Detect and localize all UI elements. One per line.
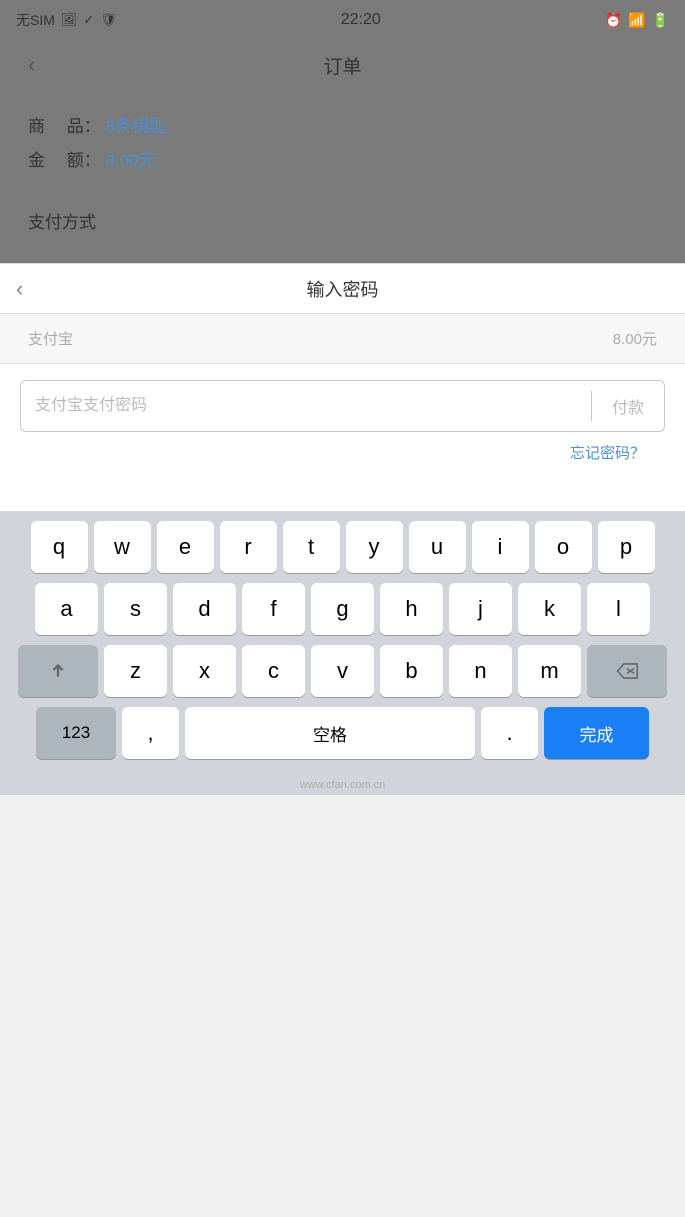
forgot-password-link[interactable]: 忘记密码？	[20, 432, 665, 469]
key-e[interactable]: e	[157, 521, 214, 573]
key-b[interactable]: b	[380, 645, 443, 697]
key-g[interactable]: g	[311, 583, 374, 635]
order-title: 订单	[323, 52, 361, 79]
watermark: www.cfan.com.cn	[0, 775, 685, 795]
order-back-button[interactable]: ‹	[28, 52, 35, 78]
password-title: 输入密码	[307, 276, 379, 302]
battery-icon: 🔋	[652, 12, 669, 29]
password-field-wrapper: 付款	[20, 380, 665, 432]
password-input[interactable]	[21, 381, 591, 431]
status-time: 22:20	[341, 11, 381, 29]
clock-icon: ⏰	[605, 12, 622, 29]
payment-method-label: 支付方式	[28, 208, 657, 233]
key-x[interactable]: x	[173, 645, 236, 697]
password-back-button[interactable]: ‹	[16, 276, 23, 302]
key-m[interactable]: m	[518, 645, 581, 697]
product-label: 商 品：	[28, 117, 101, 136]
shift-key[interactable]	[18, 645, 98, 697]
keyboard-row-1: q w e r t y u i o p	[6, 521, 679, 573]
key-j[interactable]: j	[449, 583, 512, 635]
key-p[interactable]: p	[598, 521, 655, 573]
password-modal: ‹ 输入密码 支付宝 8.00元 付款 忘记密码？	[0, 263, 685, 511]
status-right: ⏰ 📶 🔋	[605, 12, 669, 29]
shield-icon: 🛡	[100, 12, 117, 28]
modal-summary-right: 8.00元	[613, 328, 657, 349]
period-key[interactable]: .	[481, 707, 538, 759]
key-h[interactable]: h	[380, 583, 443, 635]
password-input-area: 付款 忘记密码？	[0, 364, 685, 485]
modal-amount-row	[0, 485, 685, 511]
key-o[interactable]: o	[535, 521, 592, 573]
modal-summary-left: 支付宝	[28, 328, 73, 349]
carrier-label: 无SIM	[16, 10, 55, 30]
key-i[interactable]: i	[472, 521, 529, 573]
product-value: 8条钥匙	[105, 117, 165, 136]
key-w[interactable]: w	[94, 521, 151, 573]
key-u[interactable]: u	[409, 521, 466, 573]
key-l[interactable]: l	[587, 583, 650, 635]
key-d[interactable]: d	[173, 583, 236, 635]
keyboard-row-4: 123 , 空格 . 完成	[6, 707, 679, 759]
modal-order-summary: 支付宝 8.00元	[0, 314, 685, 364]
order-nav: ‹ 订单	[28, 40, 657, 90]
key-t[interactable]: t	[283, 521, 340, 573]
amount-row: 金 额： 8.00元	[28, 144, 657, 178]
keyboard-row-3: z x c v b n m	[6, 645, 679, 697]
amount-label: 金 额：	[28, 151, 101, 170]
wifi-icon: 📶	[628, 12, 645, 29]
check-icon: ✓	[83, 12, 94, 28]
key-y[interactable]: y	[346, 521, 403, 573]
key-a[interactable]: a	[35, 583, 98, 635]
space-key[interactable]: 空格	[185, 707, 475, 759]
comma-key[interactable]: ,	[122, 707, 179, 759]
password-nav: ‹ 输入密码	[0, 264, 685, 314]
order-info: 商 品： 8条钥匙 金 额： 8.00元	[28, 110, 657, 178]
delete-key[interactable]	[587, 645, 667, 697]
key-k[interactable]: k	[518, 583, 581, 635]
amount-value: 8.00元	[105, 151, 155, 170]
product-row: 商 品： 8条钥匙	[28, 110, 657, 144]
keyboard: q w e r t y u i o p a s d f g h j k l z …	[0, 511, 685, 775]
key-f[interactable]: f	[242, 583, 305, 635]
status-bar: 无SIM 🖼 ✓ 🛡 22:20 ⏰ 📶 🔋	[0, 0, 685, 40]
key-q[interactable]: q	[31, 521, 88, 573]
image-icon: 🖼	[61, 12, 78, 28]
key-v[interactable]: v	[311, 645, 374, 697]
done-key[interactable]: 完成	[544, 707, 649, 759]
numbers-key[interactable]: 123	[36, 707, 116, 759]
status-left: 无SIM 🖼 ✓ 🛡	[16, 10, 117, 30]
key-r[interactable]: r	[220, 521, 277, 573]
order-page: ‹ 订单 商 品： 8条钥匙 金 额： 8.00元 支付方式	[0, 40, 685, 263]
key-s[interactable]: s	[104, 583, 167, 635]
keyboard-row-2: a s d f g h j k l	[6, 583, 679, 635]
key-z[interactable]: z	[104, 645, 167, 697]
key-n[interactable]: n	[449, 645, 512, 697]
key-c[interactable]: c	[242, 645, 305, 697]
pay-button[interactable]: 付款	[592, 394, 664, 418]
